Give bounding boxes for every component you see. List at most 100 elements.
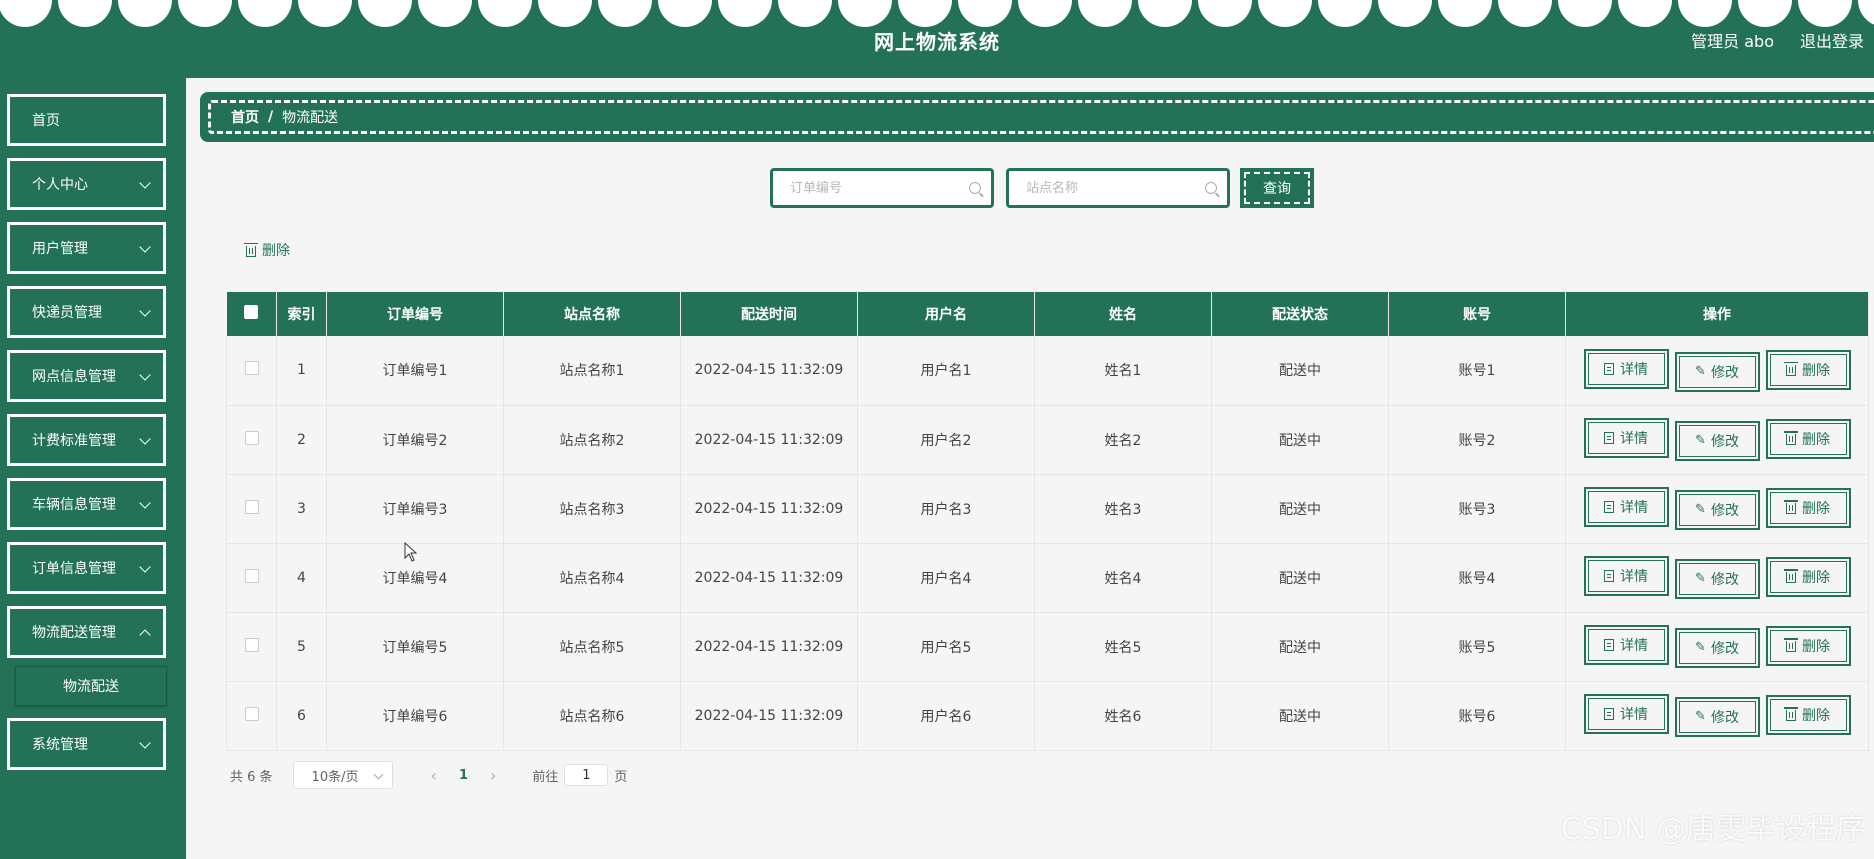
trash-icon: [244, 242, 258, 257]
header-station-name: 站点名称: [503, 292, 681, 336]
row-checkbox[interactable]: [244, 637, 259, 652]
row-checkbox[interactable]: [244, 706, 259, 721]
chevron-down-icon: [139, 433, 151, 445]
sidebar-item-outlet-management[interactable]: 网点信息管理: [7, 350, 166, 402]
scallop-shape: [1858, 0, 1874, 25]
sidebar-subitem-delivery[interactable]: 物流配送: [15, 666, 167, 706]
scallop-shape: [1498, 0, 1552, 27]
edit-label: 修改: [1710, 364, 1739, 381]
edit-button[interactable]: ✎ 修改: [1674, 351, 1760, 392]
scallop-shape: [418, 0, 472, 27]
row-select-cell: [226, 405, 277, 475]
prev-page-icon[interactable]: ‹: [431, 766, 437, 785]
page-size-value: 10条/页: [311, 769, 359, 785]
sidebar-item-home[interactable]: 首页: [7, 94, 166, 146]
page-size-select[interactable]: 10条/页: [292, 761, 393, 789]
detail-button[interactable]: 详情: [1583, 556, 1669, 597]
sidebar: 首页 个人中心 用户管理 快递员管理 网点信息管理 计费标准管理 车辆信息管理 …: [0, 78, 186, 859]
cell-delivery-time: 2022-04-15 11:32:09: [680, 405, 858, 475]
detail-label: 详情: [1620, 362, 1648, 378]
search-icon: [1205, 182, 1217, 194]
detail-button[interactable]: 详情: [1583, 349, 1669, 389]
chevron-down-icon: [139, 737, 151, 749]
table-row: 3 订单编号3 站点名称3 2022-04-15 11:32:09 用户名3 姓名3 配送中…: [226, 474, 1869, 544]
scallop-shape: [1018, 0, 1072, 27]
page-number-current[interactable]: 1: [459, 768, 468, 783]
scallop-shape: [1318, 0, 1372, 27]
sidebar-item-order-management[interactable]: 订单信息管理: [7, 542, 166, 594]
edit-button[interactable]: ✎ 修改: [1674, 696, 1760, 737]
scallop-shape: [118, 0, 172, 27]
sidebar-item-delivery-management[interactable]: 物流配送管理: [7, 606, 166, 658]
delete-button[interactable]: 删除: [1765, 418, 1851, 459]
sidebar-item-label: 物流配送管理: [32, 625, 116, 641]
order-number-search-box: [770, 168, 994, 208]
cell-index: 1: [276, 336, 327, 406]
sidebar-item-vehicle-management[interactable]: 车辆信息管理: [7, 478, 166, 530]
delete-button[interactable]: 删除: [1765, 556, 1851, 597]
row-checkbox[interactable]: [244, 568, 259, 583]
edit-button[interactable]: ✎ 修改: [1674, 420, 1760, 461]
delete-button[interactable]: 删除: [1765, 487, 1851, 528]
cell-name: 姓名4: [1034, 543, 1212, 613]
row-checkbox[interactable]: [244, 499, 259, 514]
delete-button[interactable]: 删除: [1765, 349, 1851, 390]
cell-account: 账号2: [1388, 405, 1566, 475]
cell-delivery-time: 2022-04-15 11:32:09: [680, 681, 858, 751]
scallop-shape: [1138, 0, 1192, 27]
trash-icon: [1784, 362, 1798, 376]
cell-delivery-time: 2022-04-15 11:32:09: [680, 474, 858, 544]
select-all-checkbox[interactable]: [244, 305, 259, 319]
bulk-delete-button[interactable]: 删除: [244, 240, 290, 260]
delete-button[interactable]: 删除: [1765, 694, 1851, 735]
sidebar-item-label: 用户管理: [32, 241, 88, 257]
delete-label: 删除: [1802, 500, 1830, 517]
edit-button[interactable]: ✎ 修改: [1674, 627, 1760, 668]
chevron-down-icon: [139, 561, 151, 573]
detail-button[interactable]: 详情: [1583, 625, 1669, 666]
chevron-down-icon: [139, 241, 151, 253]
row-actions-cell: 详情 ✎ 修改 删除: [1565, 543, 1869, 613]
detail-button[interactable]: 详情: [1583, 418, 1669, 459]
edit-button[interactable]: ✎ 修改: [1674, 558, 1760, 599]
goto-page-input[interactable]: [564, 764, 609, 786]
sidebar-item-courier-management[interactable]: 快递员管理: [7, 286, 166, 338]
row-checkbox[interactable]: [244, 361, 259, 376]
scallop-shape: [1378, 0, 1432, 27]
detail-label: 详情: [1620, 569, 1648, 586]
detail-button[interactable]: 详情: [1583, 487, 1669, 528]
detail-button[interactable]: 详情: [1583, 694, 1669, 735]
sidebar-item-personal-center[interactable]: 个人中心: [7, 158, 166, 210]
row-select-cell: [226, 474, 277, 544]
logout-link[interactable]: 退出登录: [1800, 28, 1864, 52]
row-checkbox[interactable]: [244, 430, 259, 445]
breadcrumb-inner: 首页 / 物流配送: [208, 100, 1874, 134]
cell-delivery-status: 配送中: [1211, 612, 1389, 682]
row-actions-cell: 详情 ✎ 修改 删除: [1565, 474, 1869, 544]
scallop-shape: [1558, 0, 1612, 27]
breadcrumb-home[interactable]: 首页: [231, 107, 259, 127]
station-name-input[interactable]: [1014, 175, 1204, 201]
pencil-icon: ✎: [1695, 709, 1706, 725]
cell-order-number: 订单编号1: [326, 336, 504, 406]
cell-delivery-status: 配送中: [1211, 405, 1389, 475]
sidebar-item-billing-management[interactable]: 计费标准管理: [7, 414, 166, 466]
cell-station-name: 站点名称1: [503, 336, 681, 406]
cell-account: 账号4: [1388, 543, 1566, 613]
next-page-icon[interactable]: ›: [490, 766, 496, 785]
goto-suffix: 页: [614, 769, 628, 785]
row-select-cell: [226, 543, 277, 613]
sidebar-item-user-management[interactable]: 用户管理: [7, 222, 166, 274]
order-number-input[interactable]: [778, 175, 968, 201]
edit-button[interactable]: ✎ 修改: [1674, 489, 1760, 530]
row-actions-cell: 详情 ✎ 修改 删除: [1565, 681, 1869, 751]
cell-delivery-status: 配送中: [1211, 474, 1389, 544]
query-button[interactable]: 查询: [1240, 168, 1314, 208]
sidebar-item-system-management[interactable]: 系统管理: [7, 718, 166, 770]
pencil-icon: ✎: [1695, 502, 1706, 518]
breadcrumb: 首页 / 物流配送: [200, 92, 1874, 142]
delete-label: 删除: [1802, 362, 1830, 379]
delete-button[interactable]: 删除: [1765, 625, 1851, 666]
header-actions: 操作: [1565, 292, 1869, 336]
station-name-search-box: [1006, 168, 1230, 208]
